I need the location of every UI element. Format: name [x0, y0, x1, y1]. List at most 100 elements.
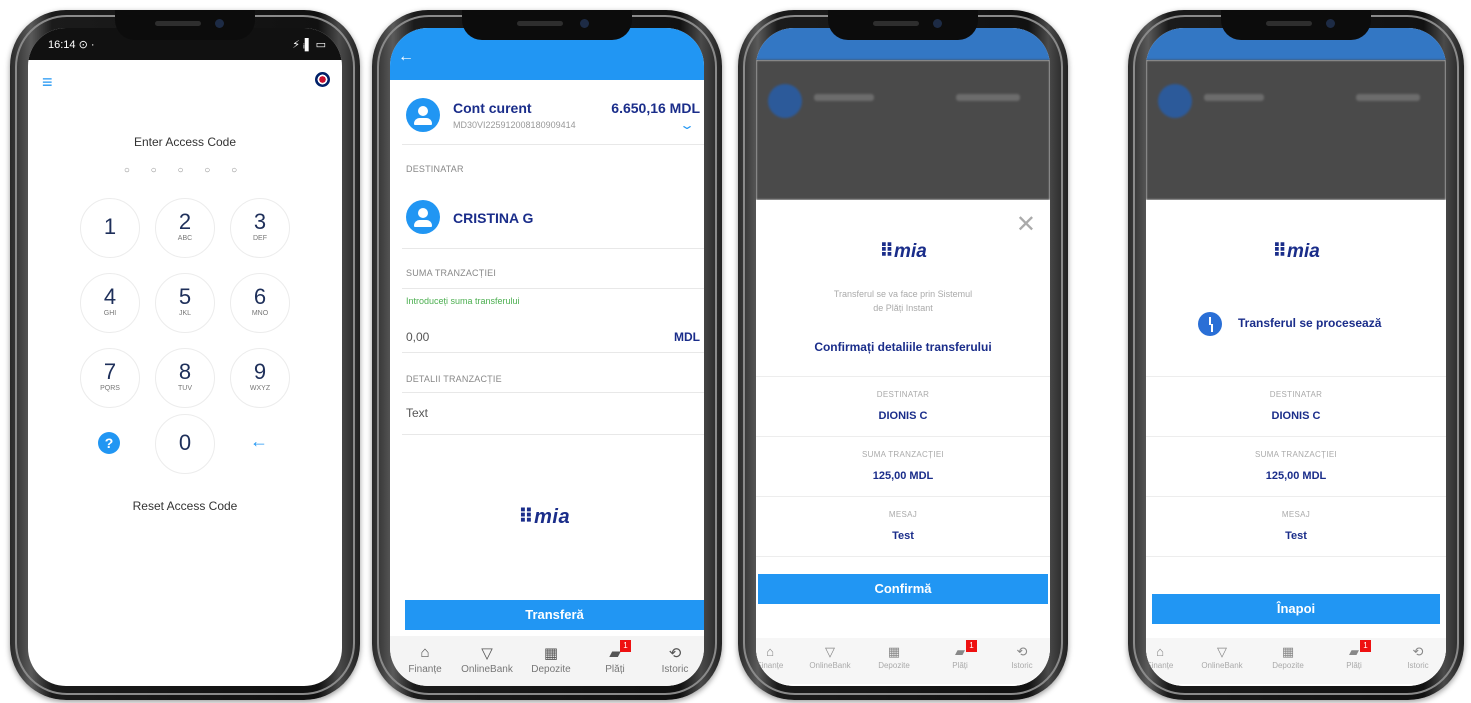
- screen-transfer-form: ← Cont curent MD30VI225912008180909414 6…: [390, 28, 704, 686]
- status-time: 16:14 ⊙ ·: [48, 39, 95, 51]
- recipient-value: DIONIS C: [1271, 410, 1321, 422]
- help-icon[interactable]: ?: [98, 432, 120, 454]
- back-button[interactable]: Înapoi: [1152, 594, 1440, 624]
- mia-logo: ⠿mia: [518, 506, 571, 528]
- amount-value: 125,00 MDL: [1265, 470, 1327, 482]
- nav-finante[interactable]: ⌂ Finanțe: [1146, 644, 1188, 670]
- payments-icon: ▰: [1349, 644, 1359, 659]
- transfer-button[interactable]: Transferă: [405, 600, 704, 630]
- details-input[interactable]: Text: [406, 406, 428, 420]
- nav-istoric[interactable]: ⟲ Istoric: [1390, 644, 1446, 670]
- amount-label: SUMA TRANZACȚIEI: [862, 450, 944, 459]
- divider: [1146, 376, 1446, 377]
- divider: [756, 496, 1050, 497]
- clock-icon: [1198, 312, 1222, 336]
- key-9[interactable]: 9 WXYZ: [230, 348, 290, 408]
- amount-currency: MDL: [674, 330, 700, 344]
- recipient-name[interactable]: CRISTINA G: [453, 210, 533, 226]
- divider: [756, 556, 1050, 557]
- confirm-dialog: ✕ ⠿mia Transferul se va face prin Sistem…: [756, 200, 1050, 686]
- key-7[interactable]: 7 PQRS: [80, 348, 140, 408]
- phone-confirm: ✕ ⠿mia Transferul se va face prin Sistem…: [738, 10, 1068, 700]
- filter-icon: ▽: [481, 645, 493, 662]
- bottom-nav: ⌂ Finanțe ▽ OnlineBank ▦ Depozite ▰ Plăți 1 ⟲…: [756, 638, 1050, 684]
- divider: [402, 248, 704, 249]
- phone-notch: [462, 10, 632, 40]
- recipient-label: DESTINATAR: [876, 390, 930, 399]
- info-text-line2: de Plăți Instant: [873, 303, 933, 313]
- nav-onlinebank[interactable]: ▽ OnlineBank: [1194, 644, 1250, 670]
- backspace-icon[interactable]: ←: [250, 431, 268, 452]
- notification-badge: 1: [620, 640, 631, 652]
- home-icon: ⌂: [1156, 644, 1164, 659]
- divider: [402, 434, 704, 435]
- nav-onlinebank[interactable]: ▽ OnlineBank: [802, 644, 858, 670]
- screen-processing: ⠿mia Transferul se procesează DESTINATAR…: [1146, 28, 1446, 686]
- phone-notch: [828, 10, 978, 40]
- recipient-avatar-icon: [406, 200, 440, 234]
- mia-logo: ⠿mia: [1272, 241, 1320, 262]
- nav-plati[interactable]: ▰ Plăți 1: [582, 640, 648, 675]
- key-0[interactable]: 0: [155, 414, 215, 474]
- divider: [756, 376, 1050, 377]
- notification-badge: 1: [1360, 640, 1371, 652]
- payments-icon: ▰: [609, 645, 621, 662]
- nav-depozite[interactable]: ▦ Depozite: [866, 644, 922, 670]
- phone-processing: ⠿mia Transferul se procesează DESTINATAR…: [1128, 10, 1464, 700]
- divider: [756, 436, 1050, 437]
- screen-confirm: ✕ ⠿mia Transferul se va face prin Sistem…: [756, 28, 1050, 686]
- history-icon: ⟲: [668, 645, 682, 662]
- nav-istoric[interactable]: ⟲ Istoric: [642, 644, 704, 675]
- message-value: Test: [892, 530, 914, 542]
- uk-flag-icon[interactable]: [315, 72, 330, 87]
- phone-access-code: 16:14 ⊙ · ⚡ ᵢ▌ ▭ ≡ Enter Access Code ○ ○…: [10, 10, 360, 700]
- key-3[interactable]: 3 DEF: [230, 198, 290, 258]
- key-4[interactable]: 4 GHI: [80, 273, 140, 333]
- nav-plati[interactable]: ▰ Plăți 1: [1326, 640, 1382, 670]
- deposit-icon: ▦: [1281, 644, 1295, 659]
- nav-depozite[interactable]: ▦ Depozite: [518, 644, 584, 675]
- mia-logo: ⠿mia: [879, 241, 927, 262]
- back-arrow-icon[interactable]: ←: [398, 48, 414, 66]
- hamburger-icon[interactable]: ≡: [42, 72, 53, 93]
- divider: [402, 288, 704, 289]
- info-text-line1: Transferul se va face prin Sistemul: [833, 289, 973, 299]
- divider: [402, 392, 704, 393]
- message-value: Test: [1285, 530, 1307, 542]
- key-1[interactable]: 1: [80, 198, 140, 258]
- amount-hint: Introduceți suma transferului: [406, 296, 520, 306]
- nav-istoric[interactable]: ⟲ Istoric: [994, 644, 1050, 670]
- reset-access-code-link[interactable]: Reset Access Code: [28, 499, 342, 513]
- account-icon: [406, 98, 440, 132]
- nav-finante[interactable]: ⌂ Finanțe: [392, 644, 458, 675]
- confirm-button[interactable]: Confirmă: [758, 574, 1048, 604]
- nav-onlinebank[interactable]: ▽ OnlineBank: [454, 644, 520, 675]
- filter-icon: ▽: [1217, 644, 1227, 659]
- bottom-nav: ⌂ Finanțe ▽ OnlineBank ▦ Depozite ▰ Plăți 1 ⟲…: [390, 636, 704, 686]
- chevron-down-icon[interactable]: ⌄: [679, 118, 695, 132]
- screen-access-code: 16:14 ⊙ · ⚡ ᵢ▌ ▭ ≡ Enter Access Code ○ ○…: [28, 28, 342, 686]
- payments-icon: ▰: [955, 644, 965, 659]
- amount-label: SUMA TRANZACȚIEI: [406, 268, 497, 278]
- phone-transfer-form: ← Cont curent MD30VI225912008180909414 6…: [372, 10, 722, 700]
- status-icons: ⚡ ᵢ▌ ▭: [292, 39, 326, 51]
- nav-depozite[interactable]: ▦ Depozite: [1260, 644, 1316, 670]
- deposit-icon: ▦: [887, 644, 901, 659]
- key-5[interactable]: 5 JKL: [155, 273, 215, 333]
- processing-status: Transferul se procesează: [1238, 316, 1382, 330]
- nav-plati[interactable]: ▰ Plăți 1: [932, 640, 988, 670]
- amount-input[interactable]: 0,00: [406, 330, 429, 344]
- deposit-icon: ▦: [543, 645, 559, 662]
- key-2[interactable]: 2 ABC: [155, 198, 215, 258]
- access-code-title: Enter Access Code: [133, 135, 237, 149]
- divider: [402, 352, 704, 353]
- nav-finante[interactable]: ⌂ Finanțe: [756, 644, 798, 670]
- home-icon: ⌂: [420, 644, 430, 661]
- close-icon[interactable]: ✕: [1016, 210, 1036, 239]
- account-name: Cont curent: [453, 100, 532, 116]
- phone-notch: [1221, 10, 1371, 40]
- key-6[interactable]: 6 MNO: [230, 273, 290, 333]
- key-8[interactable]: 8 TUV: [155, 348, 215, 408]
- account-iban: MD30VI225912008180909414: [453, 120, 576, 130]
- details-label: DETALII TRANZACȚIE: [406, 374, 502, 384]
